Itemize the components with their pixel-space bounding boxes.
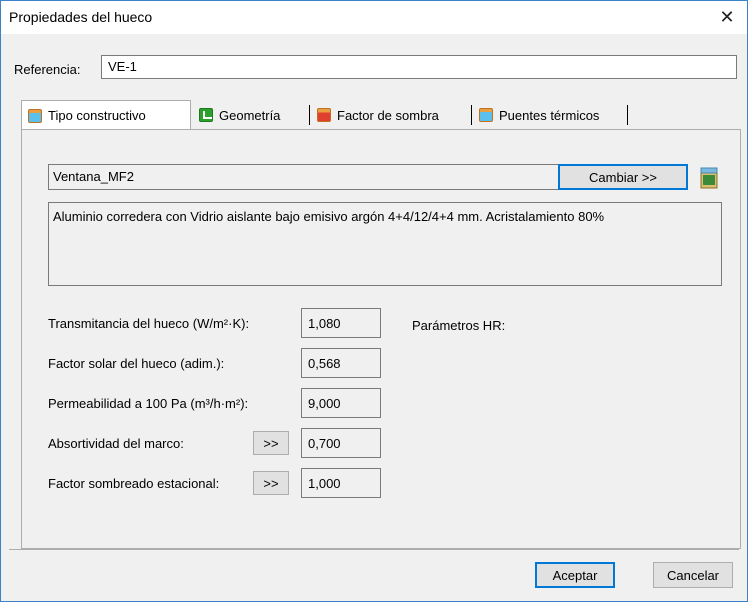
tab-label: Factor de sombra bbox=[337, 107, 439, 123]
construction-description: Aluminio corredera con Vidrio aislante b… bbox=[48, 202, 722, 286]
param-label: Factor solar del hueco (adim.): bbox=[48, 356, 225, 371]
tab-separator bbox=[309, 105, 310, 125]
absorptivity-button[interactable]: >> bbox=[253, 431, 289, 455]
permeability-field[interactable]: 9,000 bbox=[301, 388, 381, 418]
cancel-button[interactable]: Cancelar bbox=[653, 562, 733, 588]
title-bar: Propiedades del hueco ✕ bbox=[1, 1, 747, 34]
tab-puentes-termicos[interactable]: Puentes térmicos bbox=[473, 101, 628, 129]
param-label: Transmitancia del hueco (W/m²·K): bbox=[48, 316, 250, 331]
tab-label: Puentes térmicos bbox=[499, 107, 600, 123]
tab-label: Geometría bbox=[219, 107, 281, 123]
param-row-permeability: Permeabilidad a 100 Pa (m³/h·m²): 9,000 bbox=[48, 388, 388, 418]
close-icon: ✕ bbox=[719, 7, 735, 27]
solar-factor-field[interactable]: 0,568 bbox=[301, 348, 381, 378]
tab-factor-de-sombra[interactable]: Factor de sombra bbox=[311, 101, 472, 129]
reference-label: Referencia: bbox=[14, 62, 81, 77]
close-button[interactable]: ✕ bbox=[707, 1, 747, 34]
construction-name-field: Ventana_MF2 bbox=[48, 164, 566, 190]
param-label: Absortividad del marco: bbox=[48, 436, 184, 451]
window-icon bbox=[28, 108, 42, 123]
param-row-transmittance: Transmitancia del hueco (W/m²·K): 1,080 bbox=[48, 308, 388, 338]
transmittance-field[interactable]: 1,080 bbox=[301, 308, 381, 338]
param-label: Permeabilidad a 100 Pa (m³/h·m²): bbox=[48, 396, 249, 411]
tab-separator bbox=[627, 105, 628, 125]
window-title: Propiedades del hueco bbox=[9, 9, 153, 25]
reference-input[interactable]: VE-1 bbox=[101, 55, 737, 79]
accept-button[interactable]: Aceptar bbox=[535, 562, 615, 588]
tab-geometria[interactable]: Geometría bbox=[193, 101, 310, 129]
dialog-window: Propiedades del hueco ✕ Referencia: VE-1… bbox=[0, 0, 748, 602]
seasonal-shading-button[interactable]: >> bbox=[253, 471, 289, 495]
database-button[interactable] bbox=[696, 164, 722, 190]
param-row-solar-factor: Factor solar del hueco (adim.): 0,568 bbox=[48, 348, 388, 378]
seasonal-shading-field[interactable]: 1,000 bbox=[301, 468, 381, 498]
tab-separator bbox=[471, 105, 472, 125]
absorptivity-field[interactable]: 0,700 bbox=[301, 428, 381, 458]
tab-panel: Ventana_MF2 Cambiar >> Aluminio correder… bbox=[21, 129, 741, 549]
geometry-icon bbox=[199, 108, 213, 122]
hr-parameters-label: Parámetros HR: bbox=[412, 318, 506, 333]
tab-label: Tipo constructivo bbox=[48, 108, 146, 123]
param-row-absorptivity: Absortividad del marco: >> 0,700 bbox=[48, 428, 388, 458]
footer-divider bbox=[9, 549, 739, 550]
thermal-bridge-icon bbox=[479, 108, 493, 122]
tab-tipo-constructivo[interactable]: Tipo constructivo bbox=[21, 100, 191, 130]
param-row-seasonal-shading: Factor sombreado estacional: >> 1,000 bbox=[48, 468, 388, 498]
database-icon bbox=[700, 167, 718, 189]
shade-icon bbox=[317, 108, 331, 122]
param-label: Factor sombreado estacional: bbox=[48, 476, 220, 491]
change-button[interactable]: Cambiar >> bbox=[558, 164, 688, 190]
